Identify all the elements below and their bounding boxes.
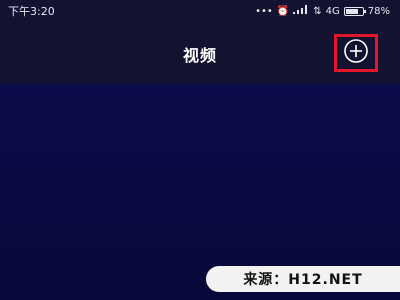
watermark: 来源：H12.NET — [206, 266, 400, 292]
status-icons: ••• ⏰ ⇅ 4G 78% — [255, 5, 390, 17]
signal-icon — [293, 5, 309, 17]
network-type: 4G — [325, 5, 340, 17]
alarm-icon: ⏰ — [276, 5, 290, 17]
add-button[interactable] — [334, 34, 378, 72]
status-bar: 下午3:20 ••• ⏰ ⇅ 4G 78% — [0, 0, 400, 22]
battery-fill — [345, 8, 359, 14]
battery-percent: 78% — [367, 5, 390, 17]
app-screen: 下午3:20 ••• ⏰ ⇅ 4G 78% 视频 来源：H12.NET — [0, 0, 400, 300]
data-transfer-icon: ⇅ — [313, 5, 322, 17]
nav-bar: 视频 — [0, 22, 400, 84]
more-icon: ••• — [255, 5, 273, 17]
plus-circle-icon — [343, 38, 369, 68]
status-time: 下午3:20 — [8, 5, 55, 18]
battery-icon — [343, 6, 366, 16]
